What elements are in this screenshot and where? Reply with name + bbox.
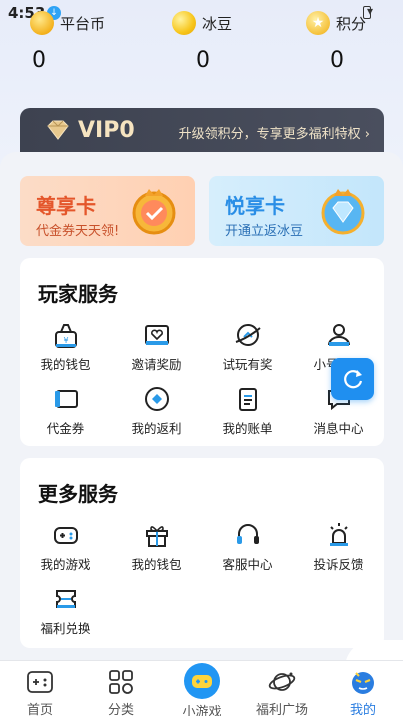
service-trial-play[interactable]: 试玩有奖 <box>202 320 293 373</box>
diamond-badge-icon <box>321 189 365 235</box>
bill-icon <box>238 388 257 411</box>
platform-coin-icon <box>30 11 54 35</box>
tab-label: 分类 <box>107 703 134 716</box>
promo-card-pleasure[interactable]: 悦享卡 开通立返冰豆 <box>209 176 384 246</box>
trial-play-icon <box>235 324 261 346</box>
home-gamepad-icon <box>27 671 53 693</box>
points-star-icon: ★ <box>306 11 330 35</box>
planet-icon <box>268 672 296 691</box>
stat-ice-bean[interactable]: 冰豆 0 <box>172 8 292 73</box>
ice-bean-icon <box>172 11 196 35</box>
stat-value: 0 <box>196 48 210 73</box>
service-bill[interactable]: 我的账单 <box>202 384 293 437</box>
headset-icon <box>236 524 259 544</box>
service-label: 客服中心 <box>222 557 273 572</box>
refresh-button[interactable] <box>331 358 374 400</box>
gift-icon <box>145 526 168 547</box>
vip-banner[interactable]: VIP0 升级领积分，专享更多福利特权 › <box>20 108 384 156</box>
coupon-icon <box>54 390 78 408</box>
service-gift-wallet[interactable]: 我的钱包 <box>111 520 202 573</box>
player-services-section: 玩家服务 ¥ 我的钱包 邀请奖励 试玩有奖 小号管理 <box>20 258 384 446</box>
section-title: 玩家服务 <box>38 282 118 306</box>
stat-value: 0 <box>330 48 344 73</box>
service-wallet[interactable]: ¥ 我的钱包 <box>20 320 111 373</box>
invite-reward-icon <box>144 325 169 345</box>
stat-label: 积分 <box>336 14 367 33</box>
service-label: 我的游戏 <box>40 557 91 572</box>
promo-card-premium[interactable]: 尊享卡 代金券天天领! <box>20 176 195 246</box>
tab-label: 福利广场 <box>255 703 308 716</box>
tab-mini-game[interactable]: 小游戏 <box>162 661 242 716</box>
tab-label: 首页 <box>26 703 53 716</box>
service-label: 代金券 <box>46 421 85 436</box>
service-customer-center[interactable]: 客服中心 <box>202 520 293 573</box>
service-label: 消息中心 <box>313 421 364 436</box>
refresh-icon <box>344 370 363 389</box>
service-label: 我的钱包 <box>131 557 182 572</box>
service-label: 邀请奖励 <box>131 357 182 372</box>
promo-title: 悦享卡 <box>225 194 285 218</box>
profile-face-icon <box>352 672 374 694</box>
gamepad-icon <box>53 527 78 544</box>
service-label: 试玩有奖 <box>222 357 273 372</box>
service-label: 我的账单 <box>222 421 273 436</box>
stat-platform-coin[interactable]: 平台币 0 <box>30 8 150 73</box>
service-welfare-exchange[interactable]: 福利兑换 <box>20 584 111 637</box>
service-invite-reward[interactable]: 邀请奖励 <box>111 320 202 373</box>
bottom-tab-bar: 首页 分类 小游戏 福利广场 我的 <box>0 660 403 716</box>
vip-description: 升级领积分，专享更多福利特权 › <box>178 127 370 142</box>
service-my-games[interactable]: 我的游戏 <box>20 520 111 573</box>
promo-title: 尊享卡 <box>36 194 96 218</box>
wallet-icon: ¥ <box>54 324 77 348</box>
rebate-icon <box>144 387 169 411</box>
vip-level: VIP0 <box>78 118 135 143</box>
promo-subtitle: 开通立返冰豆 <box>225 224 304 239</box>
service-label: 投诉反馈 <box>313 557 364 572</box>
category-grid-icon <box>109 670 133 694</box>
section-title: 更多服务 <box>38 482 118 506</box>
vip-diamond-icon <box>47 120 69 140</box>
chevron-right-icon: › <box>364 127 370 142</box>
tab-mine[interactable]: 我的 <box>323 661 403 716</box>
alarm-icon <box>329 523 348 546</box>
sub-account-icon <box>327 324 350 346</box>
promo-subtitle: 代金券天天领! <box>36 224 120 239</box>
tab-label: 我的 <box>349 703 376 716</box>
stat-value: 0 <box>32 48 46 73</box>
service-rebate[interactable]: 我的返利 <box>111 384 202 437</box>
service-coupon[interactable]: 代金券 <box>20 384 111 437</box>
tab-label: 小游戏 <box>182 705 222 716</box>
tab-welfare-plaza[interactable]: 福利广场 <box>242 661 322 716</box>
mini-game-icon <box>184 663 220 699</box>
stat-points[interactable]: ★ 积分 0 <box>306 8 403 73</box>
tab-home[interactable]: 首页 <box>0 661 80 716</box>
service-label: 我的钱包 <box>40 357 91 372</box>
service-complaint[interactable]: 投诉反馈 <box>293 520 384 573</box>
account-stats: 平台币 0 冰豆 0 ★ 积分 0 <box>0 8 403 78</box>
more-services-section: 更多服务 我的游戏 我的钱包 客服中心 投诉反馈 福利兑换 <box>20 458 384 648</box>
service-label: 福利兑换 <box>40 621 91 636</box>
exchange-ticket-icon <box>55 590 76 608</box>
crown-badge-icon <box>132 189 176 235</box>
stat-label: 冰豆 <box>202 14 233 33</box>
svg-text:¥: ¥ <box>63 336 68 345</box>
stat-label: 平台币 <box>60 14 106 33</box>
service-label: 我的返利 <box>131 421 182 436</box>
tab-category[interactable]: 分类 <box>81 661 161 716</box>
